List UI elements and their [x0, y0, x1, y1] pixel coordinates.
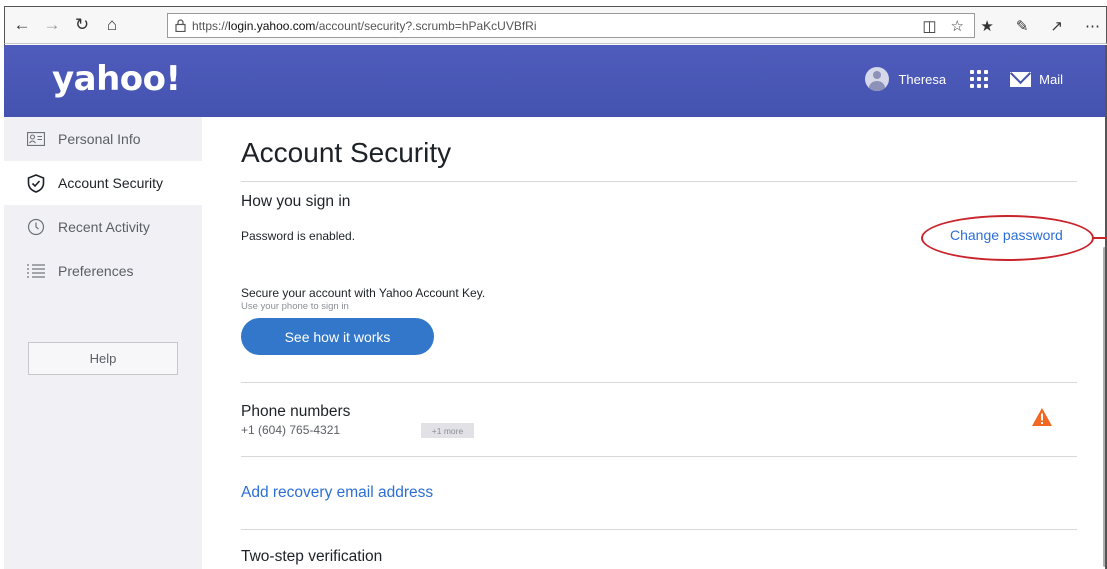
clock-icon: [26, 217, 46, 237]
mail-link[interactable]: Mail: [1039, 72, 1063, 87]
add-recovery-email-link[interactable]: Add recovery email address: [241, 484, 433, 502]
mail-icon[interactable]: [1010, 71, 1032, 87]
reading-view-icon[interactable]: ◫: [922, 17, 936, 35]
browser-toolbar: ← → ↻ ⌂ https://login.yahoo.com/account/…: [4, 6, 1107, 44]
phone-numbers-heading: Phone numbers: [241, 403, 351, 420]
divider: [241, 181, 1077, 182]
id-card-icon: [26, 129, 46, 149]
page-title: Account Security: [241, 137, 452, 168]
sidebar-item-label: Recent Activity: [58, 219, 150, 235]
list-icon: [26, 261, 46, 281]
divider: [241, 529, 1077, 530]
warning-icon[interactable]: [1031, 407, 1053, 427]
apps-grid-icon[interactable]: [970, 70, 989, 88]
account-key-subtext: Use your phone to sign in: [241, 301, 349, 312]
refresh-icon[interactable]: ↻: [69, 12, 95, 38]
home-icon[interactable]: ⌂: [99, 12, 125, 38]
annotation-circle: [921, 215, 1094, 261]
favorites-list-icon[interactable]: ★: [980, 17, 993, 35]
two-step-verification-heading: Two-step verification: [241, 548, 383, 565]
shield-icon: [26, 173, 46, 193]
avatar[interactable]: [865, 67, 890, 91]
divider: [241, 382, 1077, 383]
sidebar-item-recent-activity[interactable]: Recent Activity: [4, 205, 202, 249]
more-phones-badge[interactable]: +1 more: [421, 423, 474, 438]
user-name[interactable]: Theresa: [898, 72, 946, 87]
sidebar-item-label: Account Security: [58, 175, 164, 191]
pen-icon[interactable]: ✎: [1016, 17, 1029, 35]
lock-icon: [168, 19, 192, 32]
help-button[interactable]: Help: [28, 342, 178, 375]
share-icon[interactable]: ↗: [1050, 17, 1063, 35]
forward-arrow-icon[interactable]: →: [39, 12, 65, 38]
sidebar: Personal Info Account Security Recent Ac…: [4, 117, 202, 569]
yahoo-logo[interactable]: yahoo!: [52, 59, 181, 99]
url-prefix: https://: [192, 18, 229, 33]
url-host: login.yahoo.com: [228, 18, 316, 33]
yahoo-header: yahoo! Theresa Mail: [4, 45, 1107, 117]
annotation-line: [1093, 237, 1107, 239]
sign-in-heading: How you sign in: [241, 193, 351, 210]
more-icon[interactable]: ⋯: [1085, 17, 1100, 35]
password-status: Password is enabled.: [241, 229, 356, 243]
favorite-star-icon[interactable]: ☆: [951, 17, 964, 35]
sidebar-item-preferences[interactable]: Preferences: [4, 249, 202, 293]
phone-number: +1 (604) 765-4321: [241, 423, 341, 437]
divider: [241, 456, 1077, 457]
sidebar-item-account-security[interactable]: Account Security: [4, 161, 202, 205]
sidebar-item-label: Preferences: [58, 263, 134, 279]
sidebar-item-label: Personal Info: [58, 131, 141, 147]
url-text[interactable]: https://login.yahoo.com/account/security…: [192, 19, 922, 33]
url-path: /account/security?.scrumb=hPaKcUVBfRi: [315, 18, 537, 33]
account-key-text: Secure your account with Yahoo Account K…: [241, 286, 486, 300]
address-bar[interactable]: https://login.yahoo.com/account/security…: [167, 13, 975, 38]
sidebar-item-personal-info[interactable]: Personal Info: [4, 117, 202, 161]
back-arrow-icon[interactable]: ←: [9, 12, 35, 38]
see-how-it-works-button[interactable]: See how it works: [241, 318, 434, 355]
